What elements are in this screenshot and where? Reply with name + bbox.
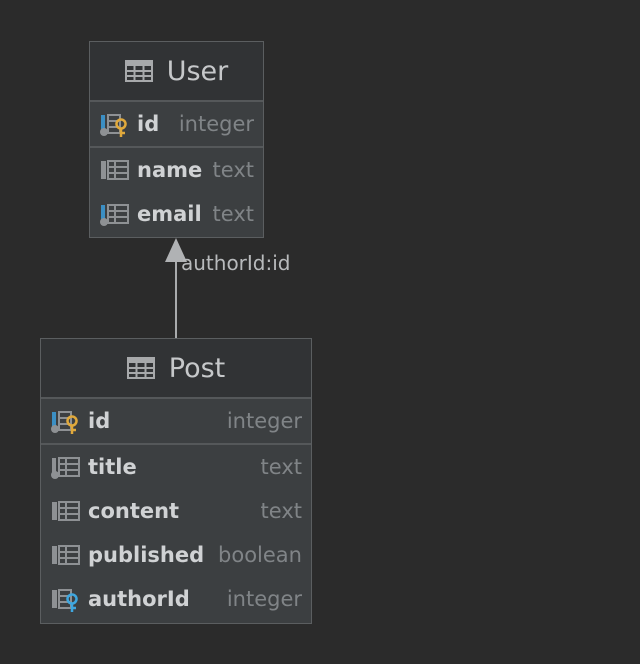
column-row[interactable]: published boolean: [41, 533, 311, 577]
column-name: name: [137, 158, 203, 182]
table-name: User: [166, 55, 229, 87]
table-header: User: [90, 42, 263, 102]
foreign-key-icon: [52, 589, 78, 612]
relation-label: authorId:id: [181, 251, 291, 275]
column-name: id: [88, 409, 111, 433]
column-row[interactable]: content text: [41, 489, 311, 533]
column-row[interactable]: name text: [90, 148, 263, 192]
column-row-pk[interactable]: id integer: [41, 399, 311, 443]
column-type: boolean: [218, 543, 302, 567]
column-row[interactable]: title text: [41, 445, 311, 489]
table-post[interactable]: Post id integer title text content text …: [40, 338, 312, 624]
indexed-column-icon: [51, 457, 80, 479]
column-icon: [52, 545, 80, 565]
column-name: authorId: [88, 587, 190, 611]
primary-key-icon: [100, 114, 127, 137]
diagram-canvas: authorId:id User id integer name text em…: [0, 0, 640, 664]
column-type: text: [212, 158, 254, 182]
table-icon: [126, 357, 155, 379]
primary-key-icon: [51, 411, 78, 434]
table-user[interactable]: User id integer name text email text: [89, 41, 264, 238]
column-type: text: [260, 455, 302, 479]
column-type: integer: [178, 112, 254, 136]
table-header: Post: [41, 339, 311, 399]
column-type: text: [212, 202, 254, 226]
column-row[interactable]: email text: [90, 192, 263, 236]
column-name: published: [88, 543, 205, 567]
column-name: title: [88, 455, 137, 479]
table-name: Post: [168, 352, 226, 384]
indexed-column-icon: [100, 204, 129, 226]
column-icon: [52, 501, 80, 521]
table-icon: [124, 60, 153, 82]
column-row-pk[interactable]: id integer: [90, 102, 263, 146]
column-type: integer: [226, 587, 302, 611]
column-type: text: [260, 499, 302, 523]
column-name: content: [88, 499, 180, 523]
column-type: integer: [226, 409, 302, 433]
column-icon: [101, 160, 129, 180]
column-name: email: [137, 202, 202, 226]
column-row[interactable]: authorId integer: [41, 577, 311, 621]
column-name: id: [137, 112, 160, 136]
